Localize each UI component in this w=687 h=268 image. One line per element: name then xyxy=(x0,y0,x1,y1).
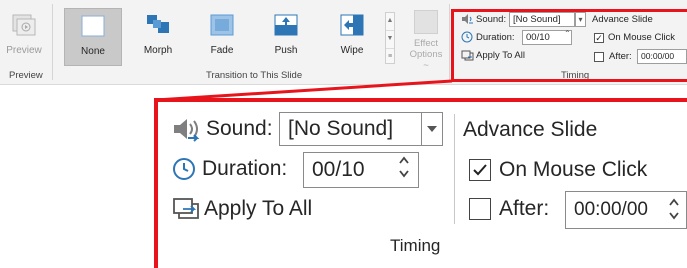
zoom-advance-slide-heading: Advance Slide xyxy=(463,118,598,141)
zoom-after-label: After: xyxy=(499,197,550,220)
zoom-apply-to-all-button[interactable]: Apply To All xyxy=(172,197,312,221)
zoom-duration-label: Duration: xyxy=(172,157,287,181)
zoom-sound-dropdown[interactable]: [No Sound] xyxy=(279,112,422,146)
speaker-icon xyxy=(174,119,200,142)
zoom-sound-label: Sound: xyxy=(172,116,273,142)
zoom-on-mouse-click-checkbox[interactable] xyxy=(469,159,491,181)
zoom-on-mouse-click-label: On Mouse Click xyxy=(499,158,648,181)
zoom-sound-dropdown-arrow-icon[interactable] xyxy=(421,112,443,146)
checkmark-icon xyxy=(473,164,487,176)
apply-to-all-icon xyxy=(173,198,199,219)
zoom-after-spinner-icon[interactable] xyxy=(668,194,680,224)
zoom-timing-group-label: Timing xyxy=(390,236,441,255)
timing-divider xyxy=(454,114,455,224)
clock-icon xyxy=(173,158,195,180)
zoom-duration-spinner-icon[interactable] xyxy=(398,152,410,182)
zoom-after-checkbox[interactable] xyxy=(469,198,491,220)
